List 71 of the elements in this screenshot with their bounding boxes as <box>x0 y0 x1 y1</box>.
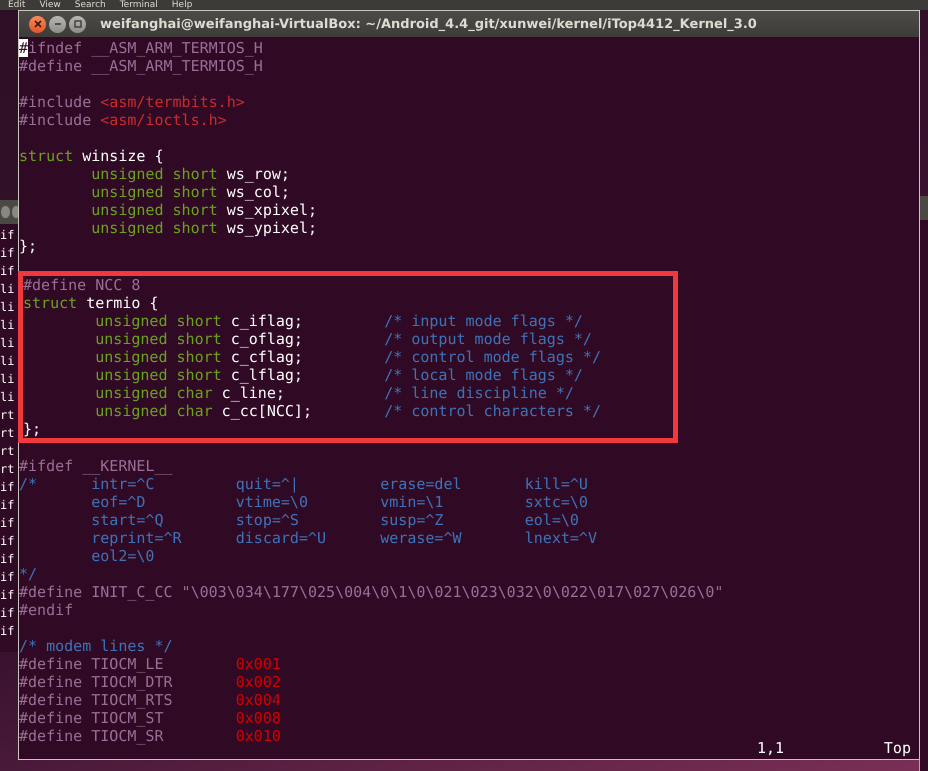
code-line: unsigned char c_cc[NCC]; /* control characters */ <box>94 402 602 420</box>
code-line: reprint=^R discard=^U werase=^W lnext=^V <box>90 529 598 547</box>
code-line: #ifdef __KERNEL__ <box>19 457 174 475</box>
code-line: }; <box>19 237 38 255</box>
code-line: #define TIOCM_SR 0x010 <box>19 727 282 745</box>
code-line: #endif <box>19 601 74 619</box>
code-line: unsigned short ws_col; <box>90 183 291 201</box>
text-fragment: li <box>0 281 16 298</box>
code-line: unsigned short ws_row; <box>90 165 291 183</box>
maximize-icon <box>74 20 82 28</box>
code-line: unsigned short c_lflag; /* local mode flags */ <box>94 366 584 384</box>
text-fragment: if <box>0 497 16 514</box>
text-fragment: if <box>0 623 16 640</box>
code-line: unsigned short c_iflag; /* input mode flags */ <box>94 312 584 330</box>
code-line: #define INIT_C_CC "\003\034\177\025\004\0\1\0\021\023\032\0\022\017\027\026\0" <box>19 583 724 601</box>
text-fragment: li <box>0 371 16 388</box>
code-line: unsigned short c_oflag; /* output mode flags */ <box>94 330 593 348</box>
text-fragment: rt <box>0 443 16 460</box>
minimize-button[interactable] <box>49 16 66 32</box>
close-button[interactable] <box>29 16 46 32</box>
text-fragment: if <box>0 227 16 244</box>
menu-item[interactable]: Search <box>74 0 106 10</box>
code-line: unsigned short ws_xpixel; <box>90 201 318 219</box>
close-icon <box>34 20 42 28</box>
code-line: eof=^D vtime=\0 vmin=\1 sxtc=\0 <box>90 493 589 511</box>
text-fragment: if <box>0 245 16 262</box>
menu-item[interactable]: View <box>39 0 61 10</box>
code-line: #ifndef __ASM_ARM_TERMIOS_H <box>19 39 264 57</box>
code-line: unsigned char c_line; /* line discipline */ <box>94 384 575 402</box>
scroll-indicator: Top <box>884 739 911 757</box>
text-fragment: if <box>0 605 16 622</box>
minimize-icon <box>54 20 62 28</box>
text-fragment: if <box>0 551 16 568</box>
code-line: #define TIOCM_LE 0x001 <box>19 655 282 673</box>
text-fragment: if <box>0 515 16 532</box>
code-line: #include <asm/termbits.h> <box>19 93 246 111</box>
code-line: #define TIOCM_RTS 0x004 <box>19 691 282 709</box>
code-line: start=^Q stop=^S susp=^Z eol=\0 <box>90 511 580 529</box>
text-fragment: li <box>0 299 16 316</box>
text-fragment: if <box>0 569 16 586</box>
code-line: #define __ASM_ARM_TERMIOS_H <box>19 57 264 75</box>
code-line: #define TIOCM_ST 0x008 <box>19 709 282 727</box>
text-fragment: rt <box>0 425 16 442</box>
text-fragment: li <box>0 335 16 352</box>
text-fragment: if <box>0 587 16 604</box>
maximize-button[interactable] <box>69 16 86 32</box>
text-fragment: if <box>0 479 16 496</box>
code-line: /* intr=^C quit=^| erase=del kill=^U <box>19 475 589 493</box>
text-fragment: li <box>0 353 16 370</box>
code-line: /* modem lines */ <box>19 637 174 655</box>
code-line: #define TIOCM_DTR 0x002 <box>19 673 282 691</box>
menu-item[interactable]: Help <box>172 0 192 10</box>
cursor-position: 1,1 <box>757 739 784 757</box>
code-line: #define NCC 8 <box>23 276 142 294</box>
code-line: }; <box>23 420 42 438</box>
code-line: */ <box>19 565 38 583</box>
menu-item[interactable]: Edit <box>8 0 26 10</box>
code-line: unsigned short ws_ypixel; <box>90 219 318 237</box>
code-line: struct termio { <box>23 294 160 312</box>
code-line: eol2=\0 <box>90 547 156 565</box>
text-fragment: if <box>0 533 16 550</box>
code-line: struct winsize { <box>19 147 164 165</box>
text-fragment: rt <box>0 407 16 424</box>
menu-item[interactable]: Terminal <box>120 0 158 10</box>
window-title: weifanghai@weifanghai-VirtualBox: ~/Android_4.4_git/xunwei/kernel/iTop4412_Kernel_3.0 <box>100 16 757 32</box>
code-line: #include <asm/ioctls.h> <box>19 111 228 129</box>
text-fragment: rt <box>0 461 16 478</box>
text-fragment: if <box>0 263 16 280</box>
code-line: unsigned short c_cflag; /* control mode flags */ <box>94 348 602 366</box>
text-fragment: li <box>0 317 16 334</box>
text-fragment: li <box>0 389 16 406</box>
